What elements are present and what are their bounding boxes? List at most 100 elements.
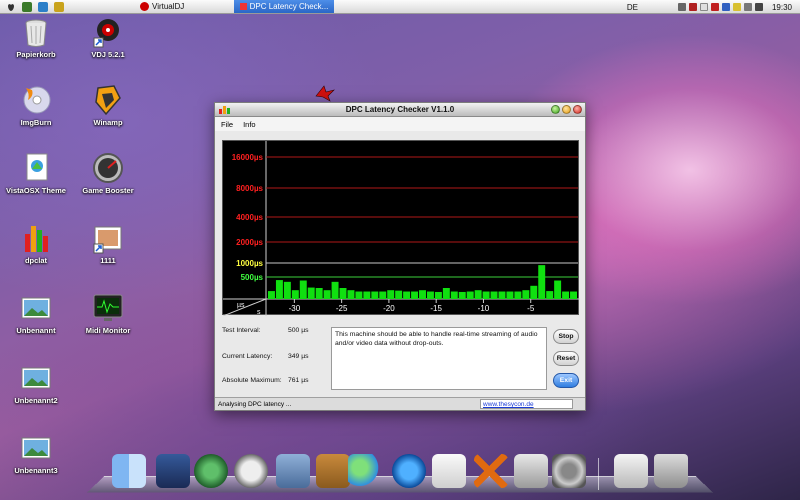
icon-label: Unbenannt [16,326,56,335]
desktop-icon-unbenannt2[interactable]: Unbenannt2 [0,362,76,405]
minimize-button[interactable] [551,105,560,114]
icon-label: ImgBurn [20,118,52,127]
theme-icon [26,153,48,181]
disc-icon [23,86,51,114]
latency-bar [403,291,411,299]
desktop-icon-dpclat[interactable]: dpclat [0,222,76,265]
menu-file[interactable]: File [221,120,233,129]
dock-xcode-icon[interactable] [474,454,508,488]
latency-bar [466,291,474,299]
latency-bar [514,291,522,299]
dock-utilities-icon[interactable] [514,454,548,488]
dock-textedit-icon[interactable] [432,454,466,488]
stop-button[interactable]: Stop [553,329,579,344]
reset-button[interactable]: Reset [553,351,579,366]
latency-bar [268,291,275,299]
website-link[interactable]: www.thesycon.de [480,399,573,409]
current-latency-row: Current Latency: 349 µs [222,353,332,363]
clock[interactable]: 19:30 [772,3,792,12]
gauge-icon [93,153,123,183]
dock-finder-icon[interactable] [112,454,146,488]
latency-bar [283,281,291,299]
test-interval-value: 500 µs [288,327,309,334]
y-tick-label: 500µs [241,273,264,282]
x-tick-label: -30 [289,304,301,313]
task-virtualdj[interactable]: VirtualDJ [134,0,190,13]
desktop-icon-papierkorb[interactable]: Papierkorb [0,16,76,59]
x-tick-label: -20 [383,304,395,313]
status-text: Analysing DPC latency ... [218,401,292,408]
language-indicator[interactable]: DE [627,3,638,12]
close-button[interactable] [573,105,582,114]
maximize-button[interactable] [562,105,571,114]
desktop-icon-game-booster[interactable]: Game Booster [68,152,148,195]
latency-bar [506,291,514,299]
quicklaunch-icon-1[interactable] [22,1,32,12]
dpc-task-icon [240,3,247,10]
x-tick-label: -25 [336,304,348,313]
dock-mail-icon[interactable] [276,454,310,488]
current-latency-label: Current Latency: [222,353,273,360]
dock-system-prefs-icon[interactable] [552,454,586,488]
tray-icon-7[interactable] [743,3,752,11]
desktop-icon-1111[interactable]: 1111 [68,222,148,265]
desktop-icon-unbenannt[interactable]: Unbenannt [0,292,76,335]
apple-logo-icon[interactable] [6,2,16,12]
latency-bar [450,291,458,299]
tray-icon-4[interactable] [710,3,719,11]
icon-label: dpclat [24,256,48,265]
dock-time-machine-icon[interactable] [194,454,228,488]
icon-label: VistaOSX Theme [6,186,66,195]
x-tick-label: -5 [527,304,535,313]
tray-icon-6[interactable] [732,3,741,11]
winamp-icon [95,85,121,116]
icon-label: Midi Monitor [85,326,131,335]
exit-button[interactable]: Exit [553,373,579,388]
latency-bar [363,291,371,299]
dock [112,454,692,494]
latency-bar [498,291,506,299]
icon-label: Unbenannt2 [14,396,58,405]
menu-info[interactable]: Info [243,120,256,129]
desktop-icon-unbenannt3[interactable]: Unbenannt3 [0,432,76,475]
test-interval-label: Test Interval: [222,327,261,334]
icon-label: Game Booster [82,186,134,195]
tray-icon-3[interactable] [699,3,708,11]
volume-icon[interactable] [754,3,763,11]
dock-preview-icon[interactable] [614,454,648,488]
latency-bar [339,288,347,299]
desktop-icon-winamp[interactable]: Winamp [68,84,148,127]
virtualdj-bird-icon [315,85,335,102]
current-latency-value: 349 µs [288,353,309,360]
latency-bar [315,288,323,299]
desktop-icon-midi-monitor[interactable]: Midi Monitor [68,292,148,335]
tray-icon-2[interactable] [688,3,697,11]
quicklaunch-icon-3[interactable] [54,1,64,12]
latency-bar [419,290,426,299]
tray-icon-1[interactable] [677,3,686,11]
tray-icon-5[interactable] [721,3,730,11]
latency-bar [355,291,363,299]
dock-dashboard-icon[interactable] [156,454,190,488]
vdj-task-icon [140,2,149,11]
latency-bar [482,291,490,299]
dock-quicktime-icon[interactable] [392,454,426,488]
latency-bar [530,285,538,299]
quicklaunch-icon-2[interactable] [38,1,48,12]
x-tick-label: -15 [430,304,442,313]
landscape-icon [21,367,51,389]
task-dpc-latency[interactable]: DPC Latency Check... [234,0,335,13]
dock-messenger-icon[interactable] [348,454,382,488]
latency-bar [442,288,450,299]
window-titlebar[interactable]: DPC Latency Checker V1.1.0 [215,103,585,117]
dock-safari-icon[interactable] [234,454,268,488]
latency-bar [562,291,570,299]
latency-bar [411,291,419,299]
desktop-icon-imgburn[interactable]: ImgBurn [0,84,76,127]
dock-trash-icon[interactable] [654,454,688,488]
dock-address-book-icon[interactable] [316,454,350,488]
desktop-icon-vistaosx[interactable]: VistaOSX Theme [0,152,76,195]
icon-label: Unbenannt3 [14,466,58,475]
latency-bar [395,290,403,299]
desktop-icon-vdj[interactable]: VDJ 5.2.1 [68,16,148,59]
